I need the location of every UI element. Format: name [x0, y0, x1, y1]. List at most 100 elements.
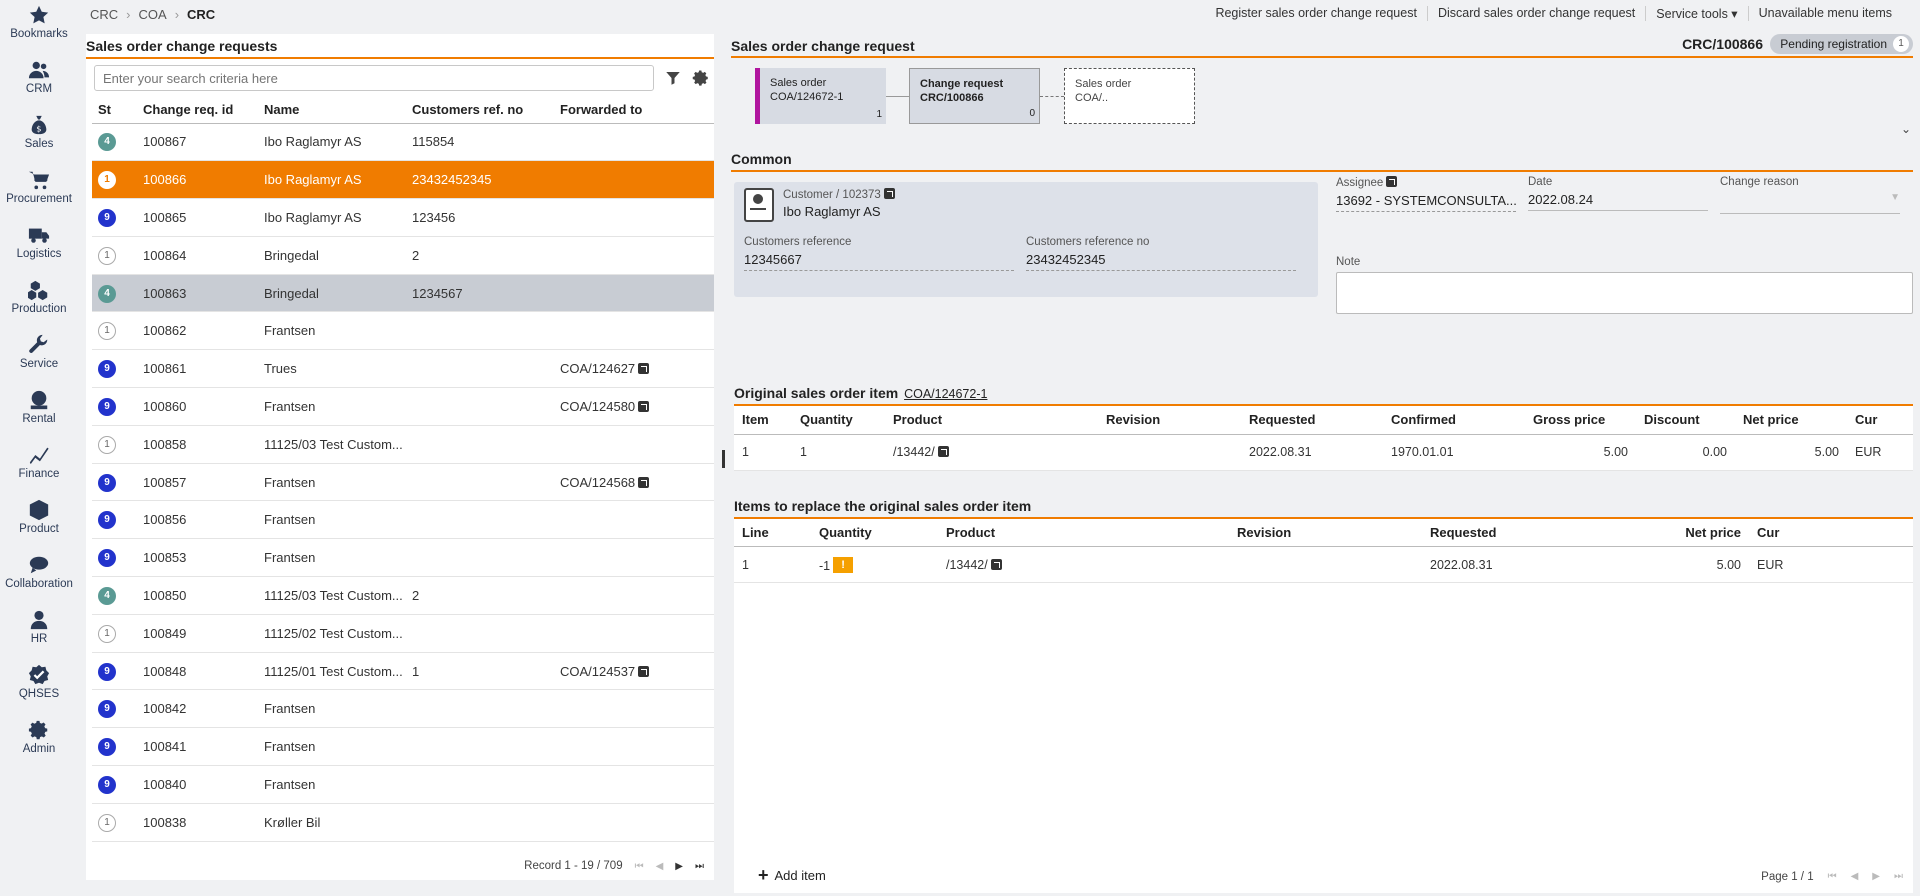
sidebar-item-product[interactable]: Product [0, 495, 78, 550]
column-header-gross-price[interactable]: Gross price [1525, 406, 1636, 435]
filter-icon[interactable] [664, 69, 682, 87]
column-header-status[interactable]: St [92, 97, 137, 124]
table-row[interactable]: 1 100838 Krøller Bil [92, 803, 714, 842]
table-row[interactable]: 1 1 /13442/ 2022.08.31 1970.01.01 5.00 0… [734, 434, 1913, 471]
sidebar-item-service[interactable]: Service [0, 330, 78, 385]
column-header-quantity[interactable]: Quantity [811, 518, 938, 547]
table-row[interactable]: 1 100866 Ibo Raglamyr AS 23432452345 [92, 160, 714, 200]
column-header-forwarded-to[interactable]: Forwarded to [554, 97, 714, 124]
external-link-icon[interactable] [937, 446, 949, 457]
column-header-revision[interactable]: Revision [1229, 518, 1422, 547]
table-row[interactable]: 4 100850 11125/03 Test Custom... 2 [92, 576, 714, 615]
sidebar-item-rental[interactable]: Rental [0, 385, 78, 440]
table-row[interactable]: 1 100862 Frantsen [92, 311, 714, 351]
customers-reference-no-field[interactable]: Customers reference no 23432452345 [1026, 236, 1296, 271]
search-input[interactable] [94, 65, 654, 91]
column-header-name[interactable]: Name [258, 97, 406, 124]
cell-discount: 0.00 [1636, 434, 1735, 471]
table-row[interactable]: 1 100864 Bringedal 2 [92, 236, 714, 275]
column-header-requested[interactable]: Requested [1241, 406, 1383, 435]
column-header-line[interactable]: Line [734, 518, 811, 547]
external-link-icon[interactable] [638, 400, 650, 412]
column-header-confirmed[interactable]: Confirmed [1383, 406, 1525, 435]
chevron-down-icon[interactable]: ⌄ [1901, 122, 1911, 136]
flow-node-change-request[interactable]: Change request CRC/100866 0 [909, 68, 1040, 124]
table-row[interactable]: 9 100853 Frantsen [92, 538, 714, 578]
external-link-icon[interactable] [638, 476, 650, 488]
table-row[interactable]: 9 100842 Frantsen [92, 689, 714, 729]
column-header-product[interactable]: Product [938, 518, 1229, 547]
sidebar-item-crm[interactable]: CRM [0, 55, 78, 110]
gear-icon[interactable] [692, 69, 710, 87]
column-header-product[interactable]: Product [885, 406, 1098, 435]
panel-splitter[interactable] [722, 30, 726, 896]
last-page-icon[interactable]: ⏭ [695, 861, 704, 872]
column-header-customers-ref-no[interactable]: Customers ref. no [406, 97, 554, 124]
flow-node-sales-order[interactable]: Sales order COA/124672-1 1 [755, 68, 886, 124]
table-row[interactable]: 9 100840 Frantsen [92, 765, 714, 804]
splitter-grip[interactable] [722, 450, 725, 468]
table-row[interactable]: 9 100841 Frantsen [92, 727, 714, 767]
external-link-icon[interactable] [638, 665, 650, 677]
column-header-net-price[interactable]: Net price [1592, 518, 1749, 547]
service-tools-menu[interactable]: Service tools ▾ [1645, 6, 1747, 21]
sidebar-item-finance[interactable]: Finance [0, 440, 78, 495]
status-badge[interactable]: Pending registration 1 [1770, 34, 1913, 54]
register-change-request-menu[interactable]: Register sales order change request [1205, 6, 1427, 21]
assignee-field[interactable]: Assignee 13692 - SYSTEMCONSULTA... [1336, 176, 1516, 212]
breadcrumb-item-coa[interactable]: COA [139, 7, 167, 22]
column-header-change-req-id[interactable]: Change req. id [137, 97, 258, 124]
table-row[interactable]: 1 -1 /13442/ 2022.08.31 5.00 EUR [734, 546, 1913, 583]
table-row[interactable]: 4 100863 Bringedal 1234567 [92, 274, 714, 313]
column-header-revision[interactable]: Revision [1098, 406, 1241, 435]
breadcrumb-item-crc[interactable]: CRC [90, 7, 118, 22]
table-row[interactable]: 1 100858 11125/03 Test Custom... [92, 425, 714, 464]
discard-change-request-menu[interactable]: Discard sales order change request [1426, 6, 1645, 21]
table-row[interactable]: 9 100860 Frantsen COA/124580 [92, 387, 714, 426]
table-row[interactable]: 9 100857 Frantsen COA/124568 [92, 463, 714, 502]
table-row[interactable]: 4 100867 Ibo Raglamyr AS 115854 [92, 123, 714, 162]
column-header-discount[interactable]: Discount [1636, 406, 1735, 435]
change-reason-select[interactable]: ▼ [1720, 192, 1900, 214]
column-header-item[interactable]: Item [734, 406, 792, 435]
sidebar-item-procurement[interactable]: Procurement [0, 165, 78, 220]
sidebar-item-sales[interactable]: $ Sales [0, 110, 78, 165]
date-field[interactable]: Date 2022.08.24 [1528, 176, 1708, 211]
table-row[interactable]: 9 100856 Frantsen [92, 500, 714, 540]
sidebar-item-admin[interactable]: Admin [0, 715, 78, 770]
sidebar-item-hr[interactable]: HR [0, 605, 78, 660]
column-header-currency[interactable]: Cur [1847, 406, 1913, 435]
date-input[interactable]: 2022.08.24 [1528, 192, 1708, 211]
next-page-icon[interactable]: ▶ [675, 861, 683, 872]
external-link-icon[interactable] [883, 188, 895, 199]
external-link-icon[interactable] [638, 363, 650, 375]
cell-name: Frantsen [258, 500, 406, 540]
change-reason-field[interactable]: Change reason ▼ [1720, 176, 1900, 214]
sidebar-item-collaboration[interactable]: Collaboration [0, 550, 78, 605]
unavailable-menu-items[interactable]: Unavailable menu items [1747, 6, 1902, 21]
sidebar-item-production[interactable]: Production [0, 275, 78, 330]
sidebar-item-bookmarks[interactable]: Bookmarks [0, 0, 78, 55]
warning-icon[interactable] [833, 556, 854, 573]
table-row[interactable]: 9 100865 Ibo Raglamyr AS 123456 [92, 198, 714, 237]
external-link-icon[interactable] [1386, 176, 1398, 187]
external-link-icon[interactable] [990, 558, 1002, 570]
flow-node-new-sales-order[interactable]: Sales order COA/.. [1064, 68, 1195, 124]
assignee-select[interactable]: 13692 - SYSTEMCONSULTA... [1336, 193, 1516, 212]
column-header-quantity[interactable]: Quantity [792, 406, 885, 435]
table-row[interactable]: 9 100848 11125/01 Test Custom... 1 COA/12453… [92, 652, 714, 691]
add-item-button[interactable]: + Add item [758, 866, 826, 884]
table-row[interactable]: 1 100849 11125/02 Test Custom... [92, 614, 714, 653]
date-label: Date [1528, 176, 1553, 188]
original-sales-order-link[interactable]: COA/124672-1 [904, 387, 987, 401]
column-header-net-price[interactable]: Net price [1735, 406, 1847, 435]
cell-change-req-id: 100858 [137, 425, 258, 464]
column-header-currency[interactable]: Cur [1749, 518, 1913, 547]
table-row[interactable]: 9 100861 Trues COA/124627 [92, 349, 714, 389]
cell-change-req-id: 100842 [137, 689, 258, 729]
column-header-requested[interactable]: Requested [1422, 518, 1592, 547]
sidebar-item-logistics[interactable]: Logistics [0, 220, 78, 275]
note-textarea[interactable] [1336, 272, 1913, 314]
customers-reference-field[interactable]: Customers reference 12345667 [744, 236, 1014, 271]
sidebar-item-qhses[interactable]: QHSES [0, 660, 78, 715]
